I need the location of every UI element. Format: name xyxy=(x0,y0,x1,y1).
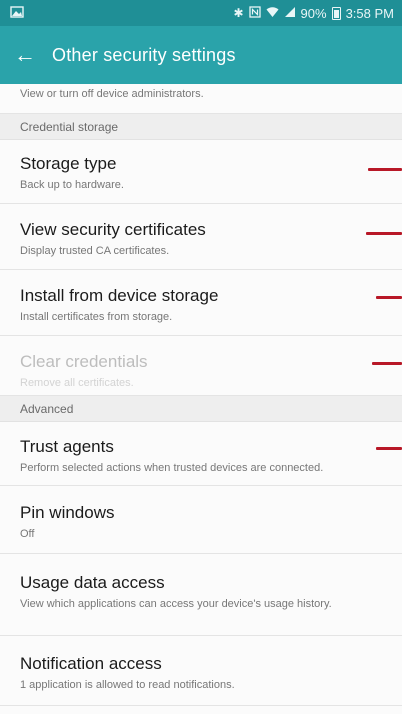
annotation-marker xyxy=(372,362,402,365)
clear-credentials-title: Clear credentials xyxy=(20,352,148,371)
settings-list[interactable]: View or turn off device administrators. … xyxy=(0,84,402,714)
clear-credentials-item[interactable]: Clear credentials Remove all certificate… xyxy=(0,336,402,396)
install-from-device-storage-item[interactable]: Install from device storage Install cert… xyxy=(0,270,402,336)
usage-data-title: Usage data access xyxy=(20,573,165,592)
trust-agents-title: Trust agents xyxy=(20,437,114,456)
bluetooth-icon: ✱ xyxy=(233,6,244,20)
storage-type-title: Storage type xyxy=(20,154,117,173)
view-security-certificates-item[interactable]: View security certificates Display trust… xyxy=(0,204,402,270)
status-left xyxy=(10,5,24,21)
install-subtitle: Install certificates from storage. xyxy=(20,311,173,323)
view-certificates-subtitle: Display trusted CA certificates. xyxy=(20,245,170,257)
pin-windows-title: Pin windows xyxy=(20,503,115,522)
trust-agents-item[interactable]: Trust agents Perform selected actions wh… xyxy=(0,422,402,486)
usage-data-access-item[interactable]: Usage data access View which application… xyxy=(0,554,402,636)
notification-image-icon xyxy=(10,5,24,21)
view-certificates-title: View security certificates xyxy=(20,220,206,239)
battery-percent: 90% xyxy=(300,5,327,21)
signal-icon xyxy=(284,6,296,21)
back-arrow-icon[interactable]: ← xyxy=(14,44,36,66)
app-bar: ← Other security settings xyxy=(0,26,402,84)
usage-data-subtitle: View which applications can access your … xyxy=(20,598,332,610)
notification-access-item[interactable]: Notification access 1 application is all… xyxy=(0,636,402,706)
battery-icon xyxy=(331,6,341,20)
device-administrators-subtitle: View or turn off device administrators. xyxy=(20,88,204,100)
nfc-icon xyxy=(248,5,261,21)
notification-access-subtitle: 1 application is allowed to read notific… xyxy=(20,679,235,691)
section-header-credential-storage: Credential storage xyxy=(0,114,402,140)
annotation-marker xyxy=(368,168,402,171)
storage-type-subtitle: Back up to hardware. xyxy=(20,179,124,191)
device-administrators-item[interactable]: View or turn off device administrators. xyxy=(0,84,402,114)
annotation-marker xyxy=(366,232,402,235)
wifi-icon xyxy=(266,6,279,21)
annotation-marker xyxy=(376,296,402,299)
notification-access-title: Notification access xyxy=(20,654,162,673)
status-right: ✱ 90% 3:58 PM xyxy=(233,6,394,21)
status-bar: ✱ 90% 3:58 PM xyxy=(0,0,402,26)
page-title: Other security settings xyxy=(52,44,236,65)
pin-windows-subtitle: Off xyxy=(20,528,35,540)
trust-agents-subtitle: Perform selected actions when trusted de… xyxy=(20,462,324,474)
pin-windows-item[interactable]: Pin windows Off xyxy=(0,486,402,554)
clear-credentials-subtitle: Remove all certificates. xyxy=(20,377,134,389)
install-title: Install from device storage xyxy=(20,286,219,305)
section-header-advanced: Advanced xyxy=(0,396,402,422)
clock: 3:58 PM xyxy=(345,5,394,21)
storage-type-item[interactable]: Storage type Back up to hardware. xyxy=(0,140,402,204)
annotation-marker xyxy=(376,447,402,450)
